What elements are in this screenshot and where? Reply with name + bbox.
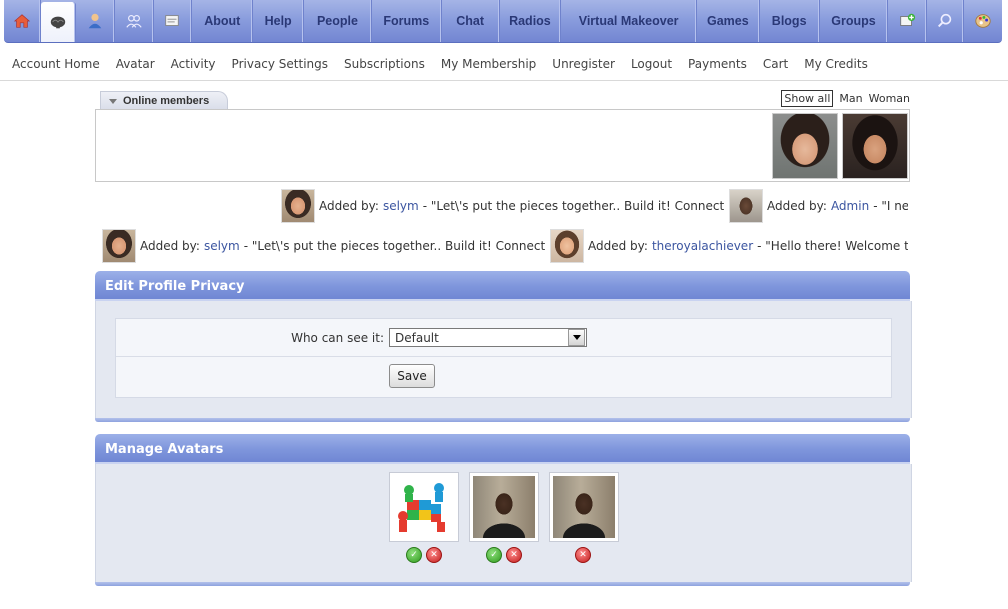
search-icon[interactable]	[927, 0, 965, 42]
visibility-select[interactable]: Default	[389, 328, 587, 347]
activity-user-link[interactable]: selym	[383, 199, 419, 213]
add-icon[interactable]	[888, 0, 928, 42]
privacy-form-row: Who can see it: Default	[116, 319, 891, 357]
activity-thumbnail[interactable]	[550, 229, 584, 263]
privacy-panel-body: Who can see it: Default Save	[95, 301, 912, 418]
activity-user-link[interactable]: Admin	[831, 199, 869, 213]
privacy-panel-header: Edit Profile Privacy	[95, 271, 910, 301]
activity-ticker-row: Added by: selym - "Let\'s put the pieces…	[95, 189, 908, 223]
delete-x-icon[interactable]: ✕	[426, 547, 442, 563]
activity-thumbnail[interactable]	[102, 229, 136, 263]
filter-show-all[interactable]: Show all	[781, 90, 834, 107]
privacy-form-row: Save	[116, 357, 891, 394]
nav-blogs[interactable]: Blogs	[760, 0, 820, 42]
added-by-label: Added by:	[588, 239, 648, 253]
activity-item: Added by: Admin - "I ne	[729, 189, 908, 223]
activity-item: Added by: selym - "Let\'s put the pieces…	[281, 189, 746, 223]
delete-x-icon[interactable]: ✕	[506, 547, 522, 563]
avatars-panel-title: Manage Avatars	[105, 441, 224, 457]
collapse-arrow-icon	[109, 98, 117, 104]
subnav-activity[interactable]: Activity	[171, 57, 216, 71]
online-members-box	[95, 109, 910, 182]
subnav-avatar[interactable]: Avatar	[116, 57, 155, 71]
avatars-panel-body: ✓ ✕ ✓ ✕ ✕	[95, 464, 912, 582]
activity-text: - "Hello there! Welcome to	[757, 239, 908, 253]
nav-games[interactable]: Games	[697, 0, 760, 42]
account-subnav: Account Home Avatar Activity Privacy Set…	[0, 48, 1008, 81]
subnav-payments[interactable]: Payments	[688, 57, 747, 71]
man-avatar-image	[473, 476, 535, 538]
subnav-privacy-settings[interactable]: Privacy Settings	[232, 57, 328, 71]
man-avatar-image	[553, 476, 615, 538]
avatar-actions: ✓ ✕	[486, 547, 522, 563]
visibility-select-value: Default	[395, 330, 439, 345]
delete-x-icon[interactable]: ✕	[575, 547, 591, 563]
activity-text: - "I ne	[873, 199, 908, 213]
set-default-check-icon[interactable]: ✓	[486, 547, 502, 563]
nav-people[interactable]: People	[304, 0, 372, 42]
online-members-tab[interactable]: Online members	[100, 91, 228, 110]
privacy-form: Who can see it: Default Save	[115, 318, 892, 398]
added-by-label: Added by:	[767, 199, 827, 213]
member-avatar[interactable]	[772, 113, 838, 179]
online-filters: Show all Man Woman	[781, 90, 910, 107]
avatars-panel-header: Manage Avatars	[95, 434, 910, 464]
added-by-label: Added by:	[140, 239, 200, 253]
subnav-cart[interactable]: Cart	[763, 57, 788, 71]
member-avatar[interactable]	[842, 113, 908, 179]
user-icon[interactable]	[76, 0, 115, 42]
filter-woman[interactable]: Woman	[869, 92, 910, 105]
messages-icon[interactable]	[154, 0, 193, 42]
subnav-my-credits[interactable]: My Credits	[804, 57, 868, 71]
avatars-panel-footer	[95, 582, 910, 586]
avatar-actions: ✕	[575, 547, 591, 563]
who-can-see-label: Who can see it:	[291, 330, 384, 345]
people-icon[interactable]	[115, 0, 154, 42]
filter-man[interactable]: Man	[839, 92, 862, 105]
activity-user-link[interactable]: theroyalachiever	[652, 239, 753, 253]
activity-user-link[interactable]: selym	[204, 239, 240, 253]
nav-chat[interactable]: Chat	[442, 0, 500, 42]
top-navigation-bar: About Help People Forums Chat Radios Vir…	[4, 0, 1002, 43]
subnav-subscriptions[interactable]: Subscriptions	[344, 57, 425, 71]
nav-radios[interactable]: Radios	[500, 0, 562, 42]
subnav-my-membership[interactable]: My Membership	[441, 57, 536, 71]
subnav-logout[interactable]: Logout	[631, 57, 672, 71]
puzzle-avatar-image	[393, 476, 455, 538]
nav-virtual-makeover[interactable]: Virtual Makeover	[561, 0, 697, 42]
nav-about[interactable]: About	[192, 0, 254, 42]
home-icon[interactable]	[4, 0, 41, 42]
avatar-thumbnail[interactable]	[389, 472, 459, 542]
activity-item: Added by: selym - "Let\'s put the pieces…	[102, 229, 567, 263]
activity-ticker-row: Added by: selym - "Let\'s put the pieces…	[95, 229, 908, 263]
brain-icon[interactable]	[40, 2, 76, 42]
activity-thumbnail[interactable]	[729, 189, 763, 223]
activity-text: - "Let\'s put the pieces together.. Buil…	[243, 239, 568, 253]
added-by-label: Added by:	[319, 199, 379, 213]
set-default-check-icon[interactable]: ✓	[406, 547, 422, 563]
avatar-actions: ✓ ✕	[406, 547, 442, 563]
activity-thumbnail[interactable]	[281, 189, 315, 223]
nav-help[interactable]: Help	[253, 0, 305, 42]
online-members-label: Online members	[123, 95, 210, 107]
subnav-unregister[interactable]: Unregister	[552, 57, 615, 71]
privacy-panel-title: Edit Profile Privacy	[105, 278, 245, 294]
palette-icon[interactable]	[964, 0, 1002, 42]
activity-item: Added by: theroyalachiever - "Hello ther…	[550, 229, 908, 263]
save-button[interactable]: Save	[389, 363, 435, 388]
privacy-panel-footer	[95, 418, 910, 422]
nav-forums[interactable]: Forums	[372, 0, 442, 42]
subnav-account-home[interactable]: Account Home	[12, 57, 100, 71]
avatar-thumbnail[interactable]	[549, 472, 619, 542]
nav-groups[interactable]: Groups	[820, 0, 889, 42]
activity-text: - "Let\'s put the pieces together.. Buil…	[422, 199, 747, 213]
avatar-thumbnail[interactable]	[469, 472, 539, 542]
chevron-down-icon[interactable]	[568, 329, 585, 346]
